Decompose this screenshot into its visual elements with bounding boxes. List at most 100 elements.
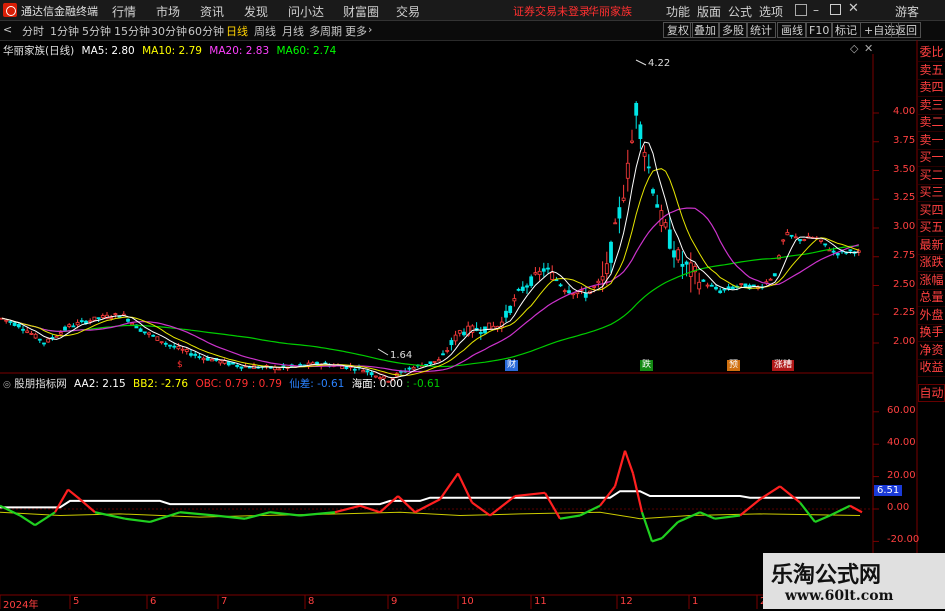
period-tab-weekly[interactable]: 周线	[254, 23, 276, 39]
event-marker-drop[interactable]: 跌	[640, 360, 654, 371]
candle-body	[37, 338, 42, 341]
candle-body	[630, 140, 634, 143]
candle-body	[361, 370, 366, 373]
quote-row-label: 净资	[918, 342, 945, 360]
back-arrow-icon[interactable]: <	[3, 23, 12, 36]
date-tick-label: 5	[73, 596, 80, 607]
fuquan-button[interactable]: 复权	[663, 22, 693, 38]
candle-body	[298, 364, 303, 366]
menu-item-wealth[interactable]: 财富圈	[343, 3, 379, 20]
menu-item-trade[interactable]: 交易	[396, 3, 420, 20]
candle-body	[550, 272, 555, 280]
period-tab-1min[interactable]: 1分钟	[50, 23, 79, 39]
draw-line-button[interactable]: 画线	[777, 22, 807, 38]
candle-body	[831, 250, 836, 253]
indicator-tick-label: -20.00	[887, 534, 920, 546]
candle-body	[562, 290, 567, 293]
period-tab-monthly[interactable]: 月线	[282, 23, 304, 39]
quote-row-label: 卖二	[918, 114, 945, 132]
candle-body	[609, 241, 613, 263]
candle-body	[575, 291, 580, 295]
mark-button[interactable]: 标记	[831, 22, 861, 38]
quote-row-label: 卖五	[918, 62, 945, 80]
period-tab-60min[interactable]: 60分钟	[188, 23, 224, 39]
quote-row-label: 买二	[918, 167, 945, 185]
menu-item-options[interactable]: 选项	[759, 3, 783, 20]
ma10-line	[1, 168, 859, 376]
event-marker-limit[interactable]: 涨糟	[772, 360, 795, 371]
candle-body	[189, 353, 193, 356]
f10-button[interactable]: F10	[805, 22, 834, 38]
indicator-settings-icon[interactable]: ◎	[3, 380, 11, 390]
multi-stock-button[interactable]: 多股	[718, 22, 748, 38]
menu-item-formula[interactable]: 公式	[728, 3, 752, 20]
date-tick-label: 9	[391, 596, 398, 607]
candle-body	[533, 272, 538, 275]
candle-body	[25, 330, 30, 333]
candle-body	[462, 331, 466, 336]
window-icon[interactable]	[795, 4, 807, 16]
indicator-segment	[149, 511, 181, 524]
candle-body	[823, 243, 828, 246]
return-button[interactable]: 返回	[891, 22, 921, 38]
candle-body	[436, 359, 441, 362]
period-tab-timeshare[interactable]: 分时	[22, 23, 44, 39]
menu-item-quotes[interactable]: 行情	[112, 3, 136, 20]
candle-body	[126, 318, 130, 322]
stats-button[interactable]: 统计	[746, 22, 776, 38]
event-marker-forecast[interactable]: 预	[727, 360, 741, 371]
guest-label[interactable]: 游客	[895, 3, 919, 20]
auto-button[interactable]: 自动	[918, 384, 945, 402]
period-tab-5min[interactable]: 5分钟	[82, 23, 111, 39]
indicator-current-value: 6.51	[874, 485, 903, 496]
menu-item-layout[interactable]: 版面	[697, 3, 721, 20]
period-tab-more[interactable]: 更多	[345, 23, 367, 39]
menu-item-function[interactable]: 功能	[666, 3, 690, 20]
period-tab-15min[interactable]: 15分钟	[114, 23, 150, 39]
maximize-icon[interactable]	[830, 4, 841, 15]
period-tab-30min[interactable]: 30分钟	[151, 23, 187, 39]
candle-body	[67, 324, 72, 327]
period-tab-multi[interactable]: 多周期	[309, 23, 342, 39]
candle-body	[819, 239, 823, 242]
indicator-segment	[779, 485, 801, 504]
indicator-name[interactable]: 股朋指标网	[14, 378, 67, 390]
quote-row-label: 委比	[918, 44, 945, 62]
event-marker-finance[interactable]: 财	[505, 360, 519, 371]
minimize-icon[interactable]: –	[813, 3, 819, 17]
candle-body	[4, 319, 9, 322]
candle-body	[33, 333, 38, 339]
candle-body	[369, 372, 374, 376]
candle-body	[411, 366, 416, 370]
date-ticks	[0, 595, 758, 609]
indicator-segment	[559, 514, 581, 520]
candle-body	[508, 305, 513, 314]
login-warning[interactable]: 证券交易未登录	[513, 3, 590, 19]
indicator-tick-label: 40.00	[887, 437, 916, 449]
menu-item-news[interactable]: 资讯	[200, 3, 224, 20]
price-tick-label: 2.25	[893, 307, 916, 319]
date-tick-label: 6	[150, 596, 157, 607]
candle-body	[617, 207, 622, 219]
indicator-segment	[631, 473, 644, 513]
overlay-button[interactable]: 叠加	[690, 22, 720, 38]
more-chevron-icon[interactable]: ›	[368, 23, 372, 36]
event-marker-dividend[interactable]: $	[175, 360, 185, 371]
right-quote-panel: 委比 卖五 卖四 卖三 卖二 卖一 买一 买二 买三 买四 买五 最新 涨跌 涨幅 总量 外盘 换手 净资 收益	[918, 44, 945, 404]
candle-body	[739, 283, 744, 286]
candle-body	[529, 276, 534, 286]
indicator-tick-label: 0.00	[887, 502, 910, 513]
candle-body	[621, 197, 626, 201]
close-icon[interactable]: ✕	[848, 1, 859, 16]
period-tab-daily[interactable]: 日线	[226, 23, 248, 39]
menu-item-ask[interactable]: 问小达	[288, 3, 324, 20]
menu-item-discover[interactable]: 发现	[244, 3, 268, 20]
watermark-box: 乐淘公式网 www.60lt.com	[763, 553, 945, 609]
quote-row-label: 最新	[918, 237, 945, 255]
price-tick-label: 2.00	[893, 336, 916, 347]
candle-body	[151, 334, 156, 337]
candle-body	[340, 365, 345, 369]
menu-item-market[interactable]: 市场	[156, 3, 180, 20]
candle-body	[184, 349, 189, 352]
quote-row-label: 买一	[918, 149, 945, 167]
